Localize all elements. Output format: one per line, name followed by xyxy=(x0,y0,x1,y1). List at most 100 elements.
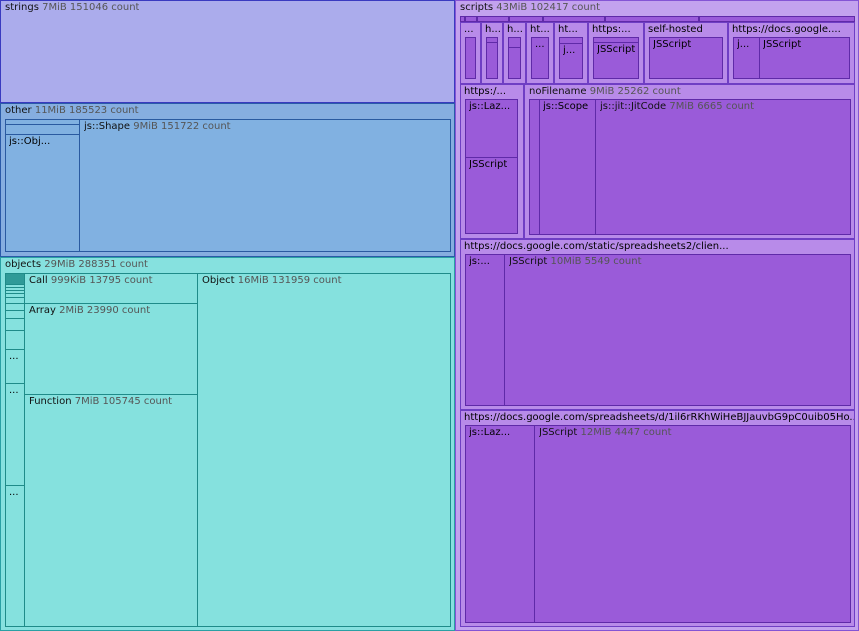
https-short-jsscript[interactable]: JSScript xyxy=(465,157,518,234)
spreadsheets-d-label: https://docs.google.com/spreadsheets/d/1… xyxy=(464,412,855,423)
spreadsheets-d-jsscript-meta: 12MiB 4447 count xyxy=(580,427,672,438)
nofilename-jitcode[interactable]: js::jit::JitCode 7MiB 6665 count xyxy=(595,99,851,235)
script-group-docs-google[interactable]: https://docs.google.... j... JSScript xyxy=(728,22,855,84)
objects-group[interactable]: objects 29MiB 288351 count ... ... ... C… xyxy=(0,257,455,631)
nofilename-js-scope[interactable]: js::Scope xyxy=(539,99,596,235)
function-name: Function xyxy=(29,396,72,407)
scripts-meta: 43MiB 102417 count xyxy=(496,2,601,13)
object-label: Object 16MiB 131959 count xyxy=(202,275,342,287)
spreadsheets2-jsscript[interactable]: JSScript 10MiB 5549 count xyxy=(504,254,851,406)
objects-small-13[interactable]: ... xyxy=(5,485,25,627)
script-group-spreadsheets2-client[interactable]: https://docs.google.com/static/spreadshe… xyxy=(460,239,855,410)
strings-name: strings xyxy=(5,2,39,13)
spreadsheets-d-jsscript-name: JSScript xyxy=(539,427,578,438)
docs-google-leaf-a[interactable]: j... xyxy=(733,37,760,79)
other-group[interactable]: other 11MiB 185523 count js::Obj... js::… xyxy=(0,103,455,257)
https-short-lazy[interactable]: js::Laz... xyxy=(465,99,518,158)
objects-small-12[interactable]: ... xyxy=(5,383,25,486)
self-hosted-label: self-hosted xyxy=(648,24,703,35)
function-meta: 7MiB 105745 count xyxy=(74,396,173,407)
script-group-nofilename[interactable]: noFilename 9MiB 25262 count js::Scope js… xyxy=(524,84,855,239)
js-shape-meta: 9MiB 151722 count xyxy=(133,121,231,132)
script-group-5-leaf-label: j... xyxy=(563,45,576,56)
script-group-4-leaf[interactable]: ... xyxy=(531,37,549,79)
self-hosted-jsscript-label: JSScript xyxy=(653,39,692,50)
script-group-6-label: https:... xyxy=(592,24,631,35)
spreadsheets2-jsscript-meta: 10MiB 5549 count xyxy=(550,256,642,267)
docs-google-label: https://docs.google.... xyxy=(732,24,841,35)
docs-google-leaf-b-label: JSScript xyxy=(763,39,802,50)
script-group-1-label: ... xyxy=(464,24,474,35)
script-group-2-leaf-b[interactable] xyxy=(486,42,498,79)
other-label: other 11MiB 185523 count xyxy=(5,105,139,117)
script-group-self-hosted[interactable]: self-hosted JSScript xyxy=(644,22,728,84)
call-name: Call xyxy=(29,275,48,286)
script-group-3[interactable]: h... xyxy=(503,22,526,84)
js-shape-name: js::Shape xyxy=(84,121,131,132)
script-group-4-leaf-label: ... xyxy=(535,39,545,50)
strings-meta: 7MiB 151046 count xyxy=(42,2,140,13)
other-js-object[interactable]: js::Obj... xyxy=(5,134,80,252)
other-name: other xyxy=(5,105,32,116)
https-short-label: https:/... xyxy=(464,86,507,97)
objects-call[interactable]: Call 999KiB 13795 count xyxy=(24,273,198,304)
jitcode-label: js::jit::JitCode 7MiB 6665 count xyxy=(600,101,754,113)
script-group-5-label: ht... xyxy=(558,24,578,35)
spreadsheets-d-lazy[interactable]: js::Laz... xyxy=(465,425,535,623)
call-meta: 999KiB 13795 count xyxy=(50,275,153,286)
array-label: Array 2MiB 23990 count xyxy=(29,305,150,317)
spreadsheets2-client-label: https://docs.google.com/static/spreadshe… xyxy=(464,241,729,252)
docs-google-leaf-a-label: j... xyxy=(737,39,750,50)
scripts-label: scripts 43MiB 102417 count xyxy=(460,2,600,14)
spreadsheets2-jsscript-name: JSScript xyxy=(509,256,548,267)
js-scope-label: js::Scope xyxy=(543,101,589,112)
nofilename-name: noFilename xyxy=(529,86,587,97)
script-group-2-label: h... xyxy=(485,24,501,35)
call-label: Call 999KiB 13795 count xyxy=(29,275,153,287)
script-group-1-leaf[interactable] xyxy=(465,37,476,79)
docs-google-leaf-b[interactable]: JSScript xyxy=(759,37,850,79)
script-group-3-leaf-b[interactable] xyxy=(508,47,521,79)
jitcode-meta: 7MiB 6665 count xyxy=(669,101,755,112)
script-group-6-leaf-b[interactable]: JSScript xyxy=(593,42,639,79)
script-group-https-short[interactable]: https:/... js::Laz... JSScript xyxy=(460,84,524,239)
https-short-lazy-label: js::Laz... xyxy=(469,101,511,112)
other-js-object-label: js::Obj... xyxy=(9,136,51,147)
objects-small-11[interactable]: ... xyxy=(5,349,25,384)
script-group-5[interactable]: ht... j... xyxy=(554,22,588,84)
script-group-4[interactable]: ht... ... xyxy=(526,22,554,84)
objects-label: objects 29MiB 288351 count xyxy=(5,259,148,271)
spreadsheets-d-lazy-label: js::Laz... xyxy=(469,427,511,438)
script-group-1[interactable]: ... xyxy=(460,22,481,84)
spreadsheets2-js[interactable]: js:... xyxy=(465,254,505,406)
objects-name: objects xyxy=(5,259,42,270)
object-name: Object xyxy=(202,275,235,286)
script-group-2[interactable]: h... xyxy=(481,22,503,84)
nofilename-meta: 9MiB 25262 count xyxy=(589,86,681,97)
script-group-spreadsheets-d[interactable]: https://docs.google.com/spreadsheets/d/1… xyxy=(460,410,855,627)
objects-small-10[interactable] xyxy=(5,330,25,350)
script-group-4-label: ht... xyxy=(530,24,550,35)
array-name: Array xyxy=(29,305,56,316)
other-js-shape[interactable]: js::Shape 9MiB 151722 count xyxy=(79,119,451,252)
objects-meta: 29MiB 288351 count xyxy=(44,259,148,270)
other-meta: 11MiB 185523 count xyxy=(34,105,139,116)
objects-array[interactable]: Array 2MiB 23990 count xyxy=(24,303,198,395)
script-group-5-leaf-b[interactable]: j... xyxy=(559,43,583,79)
spreadsheets2-js-label: js:... xyxy=(469,256,490,267)
array-meta: 2MiB 23990 count xyxy=(59,305,151,316)
nofilename-label: noFilename 9MiB 25262 count xyxy=(529,86,681,98)
script-group-6-leaf-label: JSScript xyxy=(597,44,636,55)
script-group-6[interactable]: https:... JSScript xyxy=(588,22,644,84)
spreadsheets-d-jsscript[interactable]: JSScript 12MiB 4447 count xyxy=(534,425,851,623)
jitcode-name: js::jit::JitCode xyxy=(600,101,667,112)
objects-function[interactable]: Function 7MiB 105745 count xyxy=(24,394,198,627)
function-label: Function 7MiB 105745 count xyxy=(29,396,172,408)
self-hosted-jsscript[interactable]: JSScript xyxy=(649,37,723,79)
object-meta: 16MiB 131959 count xyxy=(237,275,342,286)
script-group-3-label: h... xyxy=(507,24,523,35)
strings-label: strings 7MiB 151046 count xyxy=(5,2,139,14)
scripts-group[interactable]: scripts 43MiB 102417 count ... h... h...… xyxy=(455,0,859,631)
objects-object[interactable]: Object 16MiB 131959 count xyxy=(197,273,451,627)
strings-group[interactable]: strings 7MiB 151046 count xyxy=(0,0,455,103)
